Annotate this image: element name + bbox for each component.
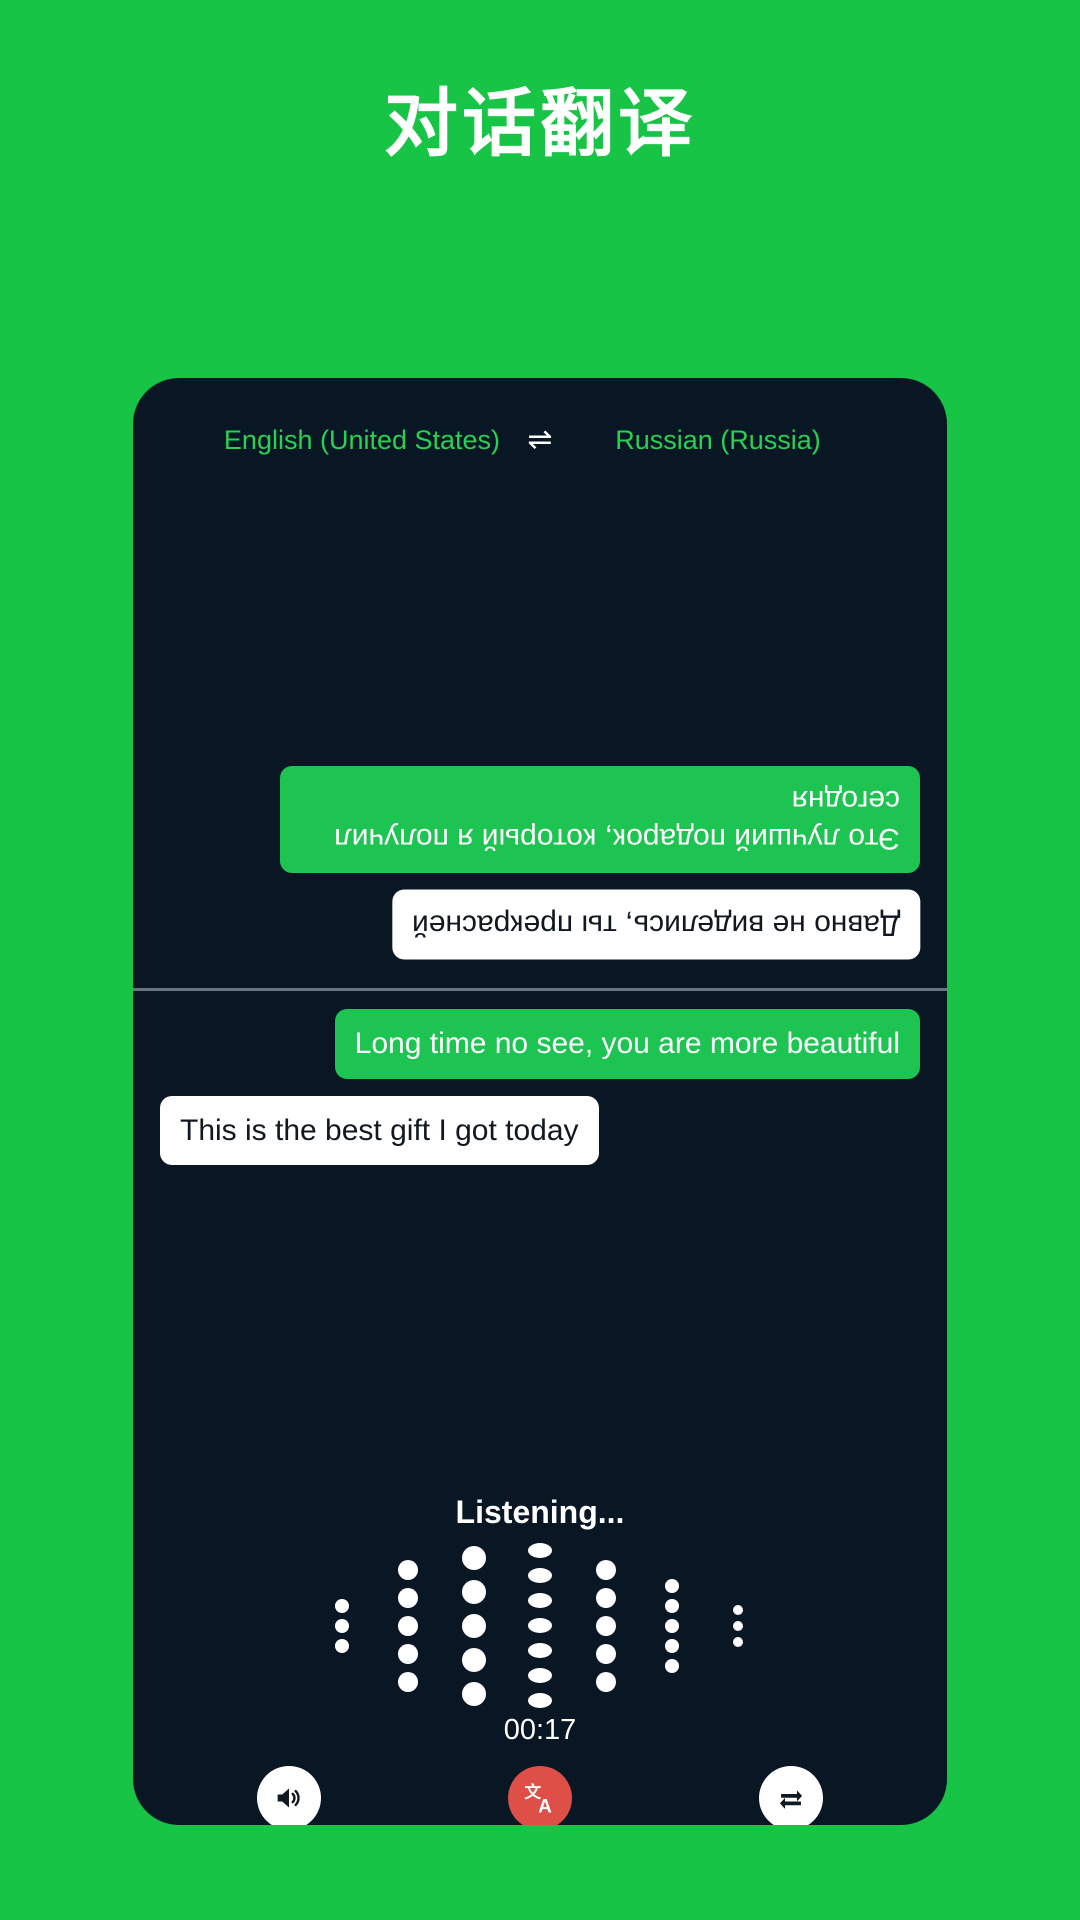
waveform-column: [639, 1538, 705, 1713]
waveform-dot: [398, 1615, 418, 1636]
waveform-column: [375, 1538, 441, 1713]
message-row: Давно не виделись, ты прекрасней: [133, 889, 947, 959]
speaker-on-icon: [256, 1766, 321, 1825]
recording-timer: 00:17: [503, 1714, 577, 1746]
speaker-toggle-button[interactable]: Speaker is on: [169, 1766, 409, 1825]
waveform-dot: [596, 1587, 616, 1608]
waveform-dot: [528, 1668, 552, 1683]
waveform-column: [441, 1538, 507, 1713]
waveform-dot: [733, 1604, 743, 1615]
waveform-dot: [596, 1615, 616, 1636]
waveform-column: [573, 1538, 639, 1713]
waveform-dot: [733, 1636, 743, 1647]
waveform-dot: [462, 1545, 486, 1570]
waveform-dot: [462, 1579, 486, 1604]
message-row: This is the best gift I got today: [133, 1095, 947, 1165]
action-bar: Speaker is on 文 A Quit Toggle: [133, 1766, 947, 1825]
conversation-pane-top: Это лучший подарок, который я получил се…: [133, 466, 947, 988]
waveform-dot: [596, 1559, 616, 1580]
waveform-dot: [528, 1618, 552, 1633]
waveform-dot: [462, 1647, 486, 1672]
swap-languages-icon[interactable]: ⇌: [512, 425, 568, 455]
waveform-column: [309, 1538, 375, 1713]
waveform-dot: [528, 1693, 552, 1708]
waveform-dot: [665, 1658, 679, 1673]
phone-card: English (United States) ⇌ Russian (Russi…: [133, 378, 947, 1825]
top-message-list: Это лучший подарок, который я получил се…: [133, 765, 947, 977]
quit-button[interactable]: 文 A Quit: [420, 1766, 660, 1825]
waveform-dot: [596, 1643, 616, 1664]
waveform-column: [507, 1538, 573, 1713]
waveform-dot: [665, 1578, 679, 1593]
message-bubble-source-2[interactable]: This is the best gift I got today: [160, 1095, 599, 1165]
waveform-dot: [398, 1643, 418, 1664]
waveform-dot: [665, 1638, 679, 1653]
listening-status: Listening...: [455, 1494, 625, 1530]
message-row: Long time no see, you are more beautiful: [133, 1009, 947, 1079]
waveform-dot: [398, 1671, 418, 1692]
waveform-dot: [335, 1598, 349, 1613]
bottom-message-list: Long time no see, you are more beautiful…: [133, 1009, 947, 1182]
waveform-column: [705, 1538, 771, 1713]
message-row: Это лучший подарок, который я получил се…: [133, 765, 947, 873]
waveform-dot: [528, 1593, 552, 1608]
waveform-dot: [528, 1543, 552, 1558]
waveform-dot: [462, 1613, 486, 1638]
waveform-dot: [398, 1587, 418, 1608]
toggle-button[interactable]: Toggle: [671, 1766, 911, 1825]
waveform-dot: [335, 1638, 349, 1653]
page-title: 对话翻译: [384, 81, 696, 167]
message-bubble-source-1[interactable]: Long time no see, you are more beautiful: [334, 1009, 920, 1079]
language-bar: English (United States) ⇌ Russian (Russi…: [133, 414, 947, 466]
target-language-selector[interactable]: Russian (Russia): [568, 425, 868, 456]
waveform-dot: [335, 1618, 349, 1633]
audio-waveform-visualizer: [133, 1538, 947, 1713]
waveform-dot: [665, 1598, 679, 1613]
waveform-dot: [528, 1643, 552, 1658]
source-language-selector[interactable]: English (United States): [212, 425, 512, 456]
swap-arrows-icon: [759, 1766, 824, 1825]
waveform-dot: [733, 1620, 743, 1631]
message-bubble-translated-1[interactable]: Это лучший подарок, который я получил се…: [280, 765, 920, 873]
waveform-dot: [665, 1618, 679, 1633]
translate-icon: 文 A: [507, 1766, 572, 1825]
waveform-dot: [462, 1681, 486, 1706]
svg-text:A: A: [538, 1796, 552, 1817]
waveform-dot: [528, 1568, 552, 1583]
waveform-dot: [596, 1671, 616, 1692]
waveform-dot: [398, 1559, 418, 1580]
message-bubble-translated-2[interactable]: Давно не виделись, ты прекрасней: [391, 889, 920, 959]
